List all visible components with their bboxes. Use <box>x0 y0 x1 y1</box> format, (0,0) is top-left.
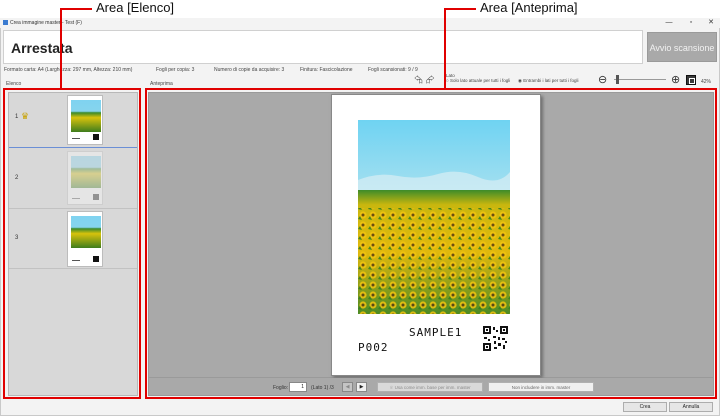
window-title: Crea immagine master - Test (F) <box>10 20 82 26</box>
preview-area-callout: Area [Anteprima] <box>480 0 578 15</box>
preview-area-highlight <box>145 88 717 399</box>
finishing-info: Finitura: Fascicolazione <box>300 67 353 73</box>
preview-area-leader-vertical <box>444 8 446 88</box>
minimize-button[interactable]: — <box>662 18 676 28</box>
radio-current-side[interactable]: ○ Solo lato attuale per tutti i fogli <box>446 78 510 83</box>
page: Crea immagine master - Test (F) — ▫ ✕ Ar… <box>0 0 720 416</box>
zoom-level: 42% <box>701 79 712 85</box>
status-title: Arrestata <box>11 40 73 56</box>
radio-both-sides-label: Entrambi i lati per tutti i fogli <box>523 78 579 83</box>
list-area-leader-horizontal <box>60 8 92 10</box>
app-icon <box>3 20 8 25</box>
rotate-icons[interactable]: ⮲ ⮳ <box>414 75 435 86</box>
create-button[interactable]: Crea <box>623 402 667 412</box>
sheets-per-copy-info: Fogli per copia: 3 <box>156 67 195 73</box>
start-scan-button[interactable]: Avvio scansione <box>647 32 717 62</box>
zoom-slider-thumb[interactable] <box>616 75 620 84</box>
close-button[interactable]: ✕ <box>704 18 718 28</box>
zoom-slider-track[interactable] <box>614 79 666 80</box>
maximize-button[interactable]: ▫ <box>684 18 698 28</box>
scanned-sheets-info: Fogli scansionati: 9 / 9 <box>368 67 418 73</box>
preview-area-leader-horizontal <box>444 8 476 10</box>
list-section-label: Elenco <box>6 81 22 87</box>
zoom-in-icon[interactable]: ⊕ <box>671 73 680 86</box>
list-area-leader-vertical <box>60 8 62 88</box>
radio-both-sides[interactable]: ◉ Entrambi i lati per tutti i fogli <box>518 78 578 84</box>
zoom-out-icon[interactable]: ⊖ <box>598 73 607 86</box>
paper-size-info: Formato carta: A4 (Larghezza: 297 mm, Al… <box>4 67 133 73</box>
copies-info: Numero di copie da acquisire: 3 <box>214 67 285 73</box>
list-area-callout: Area [Elenco] <box>96 0 175 15</box>
fit-to-window-icon[interactable] <box>686 75 696 85</box>
status-banner <box>3 30 643 64</box>
radio-current-side-label: Solo lato attuale per tutti i fogli <box>449 78 511 83</box>
cancel-button[interactable]: Annulla <box>669 402 713 412</box>
list-area-highlight <box>3 88 141 399</box>
title-bar[interactable] <box>0 18 720 28</box>
preview-section-label: Anteprima <box>150 81 173 87</box>
